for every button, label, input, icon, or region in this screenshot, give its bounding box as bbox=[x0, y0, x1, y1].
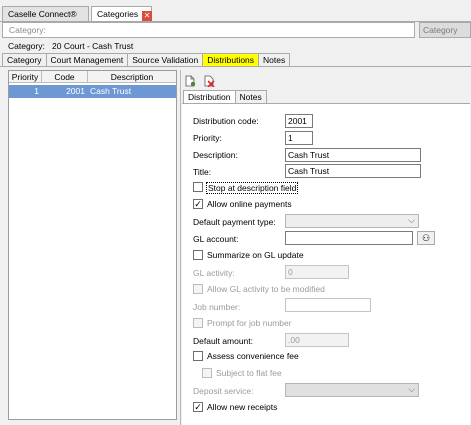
category-search-input[interactable]: Category: bbox=[2, 22, 415, 38]
priority-field[interactable]: 1 bbox=[285, 131, 313, 145]
assess-convenience-fee-label: Assess convenience fee bbox=[207, 351, 299, 361]
default-payment-type-label: Default payment type: bbox=[193, 217, 276, 227]
deposit-service-select[interactable]: ⌵ bbox=[285, 383, 419, 397]
column-header-description[interactable]: Description bbox=[88, 71, 176, 83]
binoculars-icon[interactable]: ⚇ bbox=[417, 231, 435, 245]
cell-code: 2001 bbox=[66, 86, 85, 96]
search-placeholder: Category: bbox=[9, 25, 46, 35]
default-amount-field[interactable]: .00 bbox=[285, 333, 349, 347]
gl-activity-field[interactable]: 0 bbox=[285, 265, 349, 279]
prompt-job-number-checkbox[interactable] bbox=[193, 318, 203, 328]
table-row[interactable]: 1 2001 Cash Trust bbox=[9, 85, 176, 98]
category-search-button[interactable]: Category bbox=[419, 22, 471, 38]
allow-new-receipts-checkbox[interactable]: ✓ bbox=[193, 402, 203, 412]
summarize-on-gl-checkbox[interactable] bbox=[193, 250, 203, 260]
distributions-table[interactable]: Priority Code Description 1 2001 Cash Tr… bbox=[8, 70, 177, 420]
assess-convenience-fee-checkbox[interactable] bbox=[193, 351, 203, 361]
tab-categories-label: Categories bbox=[97, 9, 139, 19]
summarize-on-gl-label: Summarize on GL update bbox=[207, 250, 304, 260]
sub-tabs: Category Court Management Source Validat… bbox=[2, 53, 291, 67]
cell-priority: 1 bbox=[34, 86, 39, 96]
inner-tabs: Distribution Notes bbox=[183, 90, 267, 104]
tab-categories[interactable]: Categories ✕ bbox=[91, 6, 153, 22]
subtab-category[interactable]: Category bbox=[2, 53, 47, 67]
deposit-service-label: Deposit service: bbox=[193, 386, 254, 396]
subject-to-flat-fee-label: Subject to flat fee bbox=[216, 368, 282, 378]
allow-online-payments-label: Allow online payments bbox=[207, 199, 292, 209]
category-value: 20 Court - Cash Trust bbox=[52, 41, 134, 51]
distribution-code-field[interactable]: 2001 bbox=[285, 114, 313, 128]
subtab-notes[interactable]: Notes bbox=[258, 53, 291, 67]
delete-icon[interactable] bbox=[203, 75, 215, 87]
subtab-distributions[interactable]: Distributions bbox=[202, 53, 260, 67]
priority-label: Priority: bbox=[193, 133, 222, 143]
job-number-label: Job number: bbox=[193, 302, 241, 312]
subject-to-flat-fee-checkbox[interactable] bbox=[202, 368, 212, 378]
default-payment-type-select[interactable]: ⌵ bbox=[285, 214, 419, 228]
subtab-divider bbox=[0, 66, 471, 67]
subtab-source-validation[interactable]: Source Validation bbox=[127, 53, 204, 67]
tab-caselle-connect-label: Caselle Connect® bbox=[8, 9, 77, 19]
category-label: Category: bbox=[8, 41, 45, 51]
gl-account-label: GL account: bbox=[193, 234, 239, 244]
column-header-priority[interactable]: Priority bbox=[9, 71, 42, 83]
tab-notes[interactable]: Notes bbox=[234, 90, 267, 104]
tab-distribution[interactable]: Distribution bbox=[183, 90, 236, 104]
allow-gl-modify-checkbox[interactable] bbox=[193, 284, 203, 294]
allow-gl-modify-label: Allow GL activity to be modified bbox=[207, 284, 325, 294]
default-amount-label: Default amount: bbox=[193, 336, 254, 346]
table-header: Priority Code Description bbox=[9, 71, 176, 83]
chevron-down-icon: ⌵ bbox=[408, 384, 415, 394]
allow-online-payments-checkbox[interactable]: ✓ bbox=[193, 199, 203, 209]
gl-account-field[interactable] bbox=[285, 231, 413, 245]
new-document-icon[interactable] bbox=[184, 75, 196, 87]
description-field[interactable]: Cash Trust bbox=[285, 148, 421, 162]
column-header-code[interactable]: Code bbox=[42, 71, 88, 83]
stop-at-description-label: Stop at description field bbox=[206, 182, 299, 194]
subtab-court-management[interactable]: Court Management bbox=[45, 53, 129, 67]
stop-at-description-checkbox[interactable] bbox=[193, 182, 203, 192]
allow-new-receipts-label: Allow new receipts bbox=[207, 402, 278, 412]
cell-description: Cash Trust bbox=[90, 86, 132, 96]
job-number-field[interactable] bbox=[285, 298, 371, 312]
gl-activity-label: GL activity: bbox=[193, 268, 235, 278]
title-label: Title: bbox=[193, 167, 212, 177]
distribution-code-label: Distribution code: bbox=[193, 116, 259, 126]
chevron-down-icon: ⌵ bbox=[408, 215, 415, 225]
close-icon[interactable]: ✕ bbox=[142, 11, 153, 21]
prompt-job-number-label: Prompt for job number bbox=[207, 318, 292, 328]
title-field[interactable]: Cash Trust bbox=[285, 164, 421, 178]
description-label: Description: bbox=[193, 150, 238, 160]
tab-caselle-connect[interactable]: Caselle Connect® bbox=[2, 6, 89, 21]
